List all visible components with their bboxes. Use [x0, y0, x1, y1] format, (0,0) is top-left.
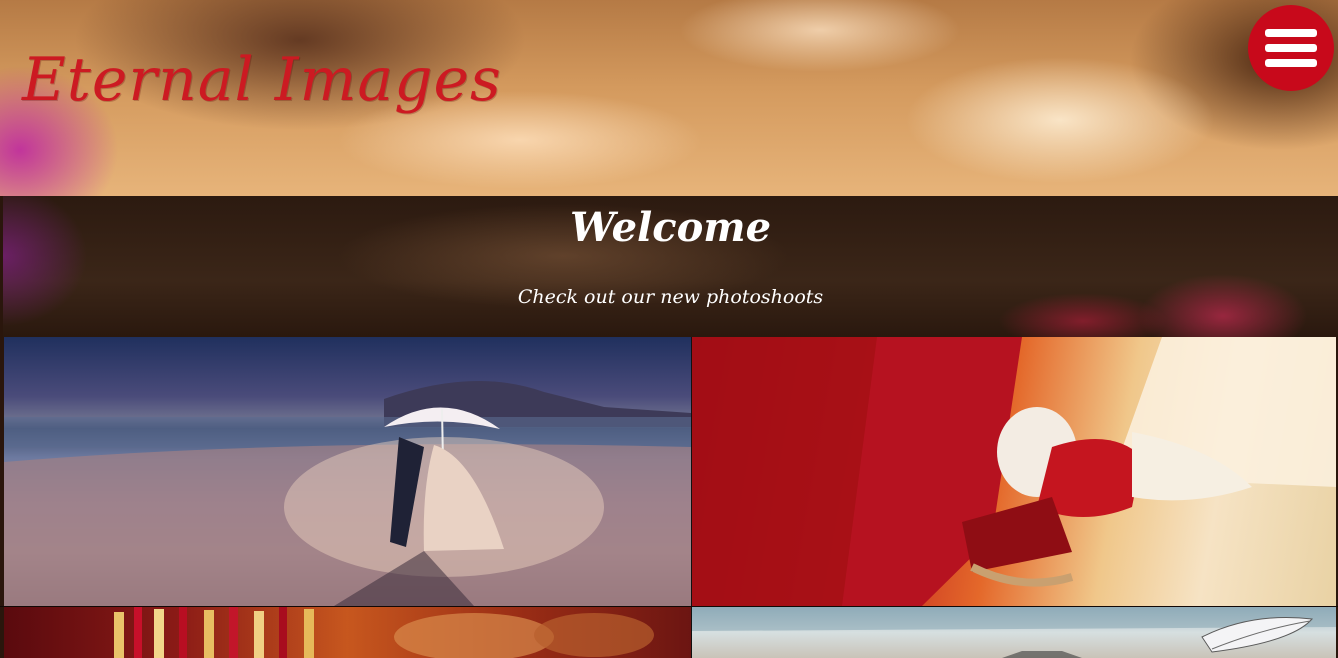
bangles-image — [114, 607, 654, 658]
beach-couple-image — [4, 381, 691, 606]
beach-feather-image — [692, 607, 1336, 658]
gallery-photo-bangles[interactable] — [4, 607, 692, 658]
welcome-subtitle: Check out our new photoshoots — [517, 286, 824, 308]
hamburger-menu-icon-bar-top — [1265, 29, 1317, 37]
hero-banner: Eternal Images — [0, 0, 1338, 196]
wedding-knot-image — [692, 337, 1336, 606]
welcome-section: Welcome Check out our new photoshoots — [3, 196, 1338, 337]
gallery-photo-wedding-knot[interactable] — [692, 337, 1336, 606]
hamburger-menu-icon-bar-bottom — [1265, 59, 1317, 67]
gallery-photo-beach-feather[interactable] — [692, 607, 1336, 658]
hamburger-menu-button[interactable] — [1248, 5, 1334, 91]
hamburger-menu-icon-bar-middle — [1265, 44, 1317, 52]
welcome-heading: Welcome — [569, 204, 772, 251]
site-logo[interactable]: Eternal Images — [22, 40, 502, 120]
gallery-photo-beach-couple[interactable] — [4, 337, 692, 606]
